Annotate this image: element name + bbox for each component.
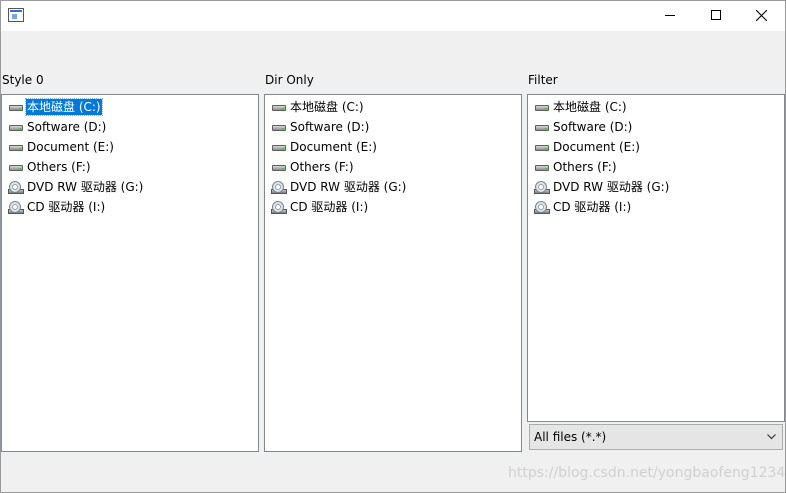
optical-drive-icon [8,180,24,194]
tree-item-label: Software (D:) [290,120,370,134]
optical-drive-icon [271,200,287,214]
tree-item-c[interactable]: 本地磁盘 (C:) [269,97,519,117]
tree-item-d[interactable]: Software (D:) [532,117,782,137]
tree-item-e[interactable]: Document (E:) [269,137,519,157]
tree-item-label: 本地磁盘 (C:) [290,100,364,114]
tree-item-c[interactable]: 本地磁盘 (C:) [6,97,256,117]
tree-item-f[interactable]: Others (F:) [269,157,519,177]
tree-item-e[interactable]: Document (E:) [532,137,782,157]
tree-item-label: Others (F:) [553,160,617,174]
tree-item-c[interactable]: 本地磁盘 (C:) [532,97,782,117]
optical-drive-icon [534,180,550,194]
tree-item-f[interactable]: Others (F:) [6,157,256,177]
close-icon [756,10,767,21]
tree-item-label: CD 驱动器 (I:) [290,200,369,214]
file-filter-select[interactable]: All files (*.*) [529,424,783,450]
column-label-filter: Filter [528,73,558,87]
drive-tree-dir-only[interactable]: 本地磁盘 (C:) Software (D:) Document (E:) Ot… [264,94,522,452]
minimize-button[interactable] [647,0,693,31]
optical-drive-icon [534,200,550,214]
optical-drive-icon [8,200,24,214]
maximize-icon [711,10,721,20]
tree-item-label: 本地磁盘 (C:) [25,98,103,116]
tree-item-g[interactable]: DVD RW 驱动器 (G:) [6,177,256,197]
close-button[interactable] [739,0,785,31]
hard-drive-icon [8,120,24,134]
hard-drive-icon [8,160,24,174]
chevron-down-icon [767,434,776,440]
tree-item-g[interactable]: DVD RW 驱动器 (G:) [269,177,519,197]
column-label-style0: Style 0 [2,73,44,87]
tree-item-label: CD 驱动器 (I:) [27,200,106,214]
tree-item-label: DVD RW 驱动器 (G:) [290,180,407,194]
optical-drive-icon [271,180,287,194]
minimize-icon [665,15,675,16]
tree-item-label: Document (E:) [290,140,377,154]
tree-item-i[interactable]: CD 驱动器 (I:) [6,197,256,217]
hard-drive-icon [534,100,550,114]
tree-item-i[interactable]: CD 驱动器 (I:) [269,197,519,217]
tree-item-f[interactable]: Others (F:) [532,157,782,177]
title-bar [0,0,786,31]
column-label-dir-only: Dir Only [265,73,314,87]
tree-item-label: DVD RW 驱动器 (G:) [27,180,144,194]
tree-item-e[interactable]: Document (E:) [6,137,256,157]
file-filter-value: All files (*.*) [534,430,607,444]
tree-item-label: Document (E:) [27,140,114,154]
hard-drive-icon [534,140,550,154]
tree-item-label: Others (F:) [290,160,354,174]
hard-drive-icon [8,140,24,154]
tree-item-label: Document (E:) [553,140,640,154]
hard-drive-icon [271,160,287,174]
app-window-icon [8,8,24,22]
tree-item-label: DVD RW 驱动器 (G:) [553,180,670,194]
drive-tree-filter[interactable]: 本地磁盘 (C:) Software (D:) Document (E:) Ot… [527,94,785,422]
tree-item-d[interactable]: Software (D:) [6,117,256,137]
maximize-button[interactable] [693,0,739,31]
hard-drive-icon [534,120,550,134]
tree-list: 本地磁盘 (C:) Software (D:) Document (E:) Ot… [532,97,782,217]
hard-drive-icon [271,120,287,134]
tree-item-label: 本地磁盘 (C:) [553,100,627,114]
tree-list: 本地磁盘 (C:) Software (D:) Document (E:) Ot… [6,97,256,217]
drive-tree-style0[interactable]: 本地磁盘 (C:) Software (D:) Document (E:) Ot… [1,94,259,452]
tree-item-d[interactable]: Software (D:) [269,117,519,137]
hard-drive-icon [271,140,287,154]
tree-item-label: Software (D:) [27,120,107,134]
hard-drive-icon [8,100,24,114]
hard-drive-icon [271,100,287,114]
watermark-text: https://blog.csdn.net/yongbaofeng1234 [508,465,786,481]
tree-item-i[interactable]: CD 驱动器 (I:) [532,197,782,217]
tree-item-label: Others (F:) [27,160,91,174]
tree-item-g[interactable]: DVD RW 驱动器 (G:) [532,177,782,197]
tree-item-label: Software (D:) [553,120,633,134]
tree-list: 本地磁盘 (C:) Software (D:) Document (E:) Ot… [269,97,519,217]
tree-item-label: CD 驱动器 (I:) [553,200,632,214]
hard-drive-icon [534,160,550,174]
